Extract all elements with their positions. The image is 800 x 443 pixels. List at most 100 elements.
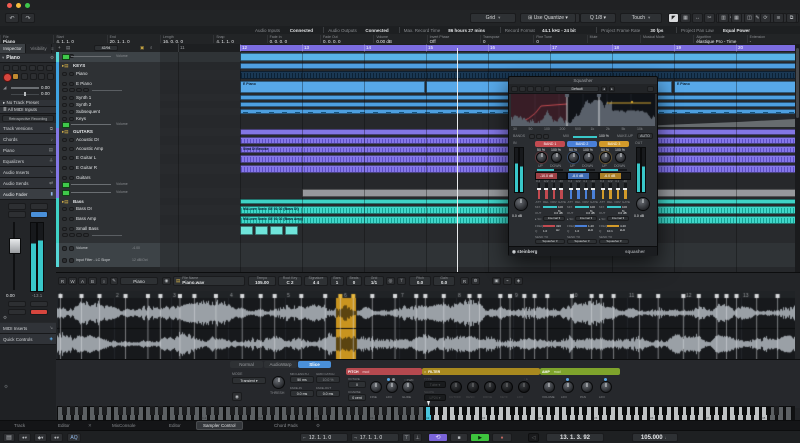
info-column-value[interactable]: Off [430, 39, 436, 44]
sample-waveform-display[interactable] [57, 291, 795, 359]
zoom-icon[interactable]: ⌕ [150, 45, 153, 50]
event-clip[interactable] [240, 53, 796, 62]
info-column-value[interactable]: élastique Pro - Time [696, 39, 736, 44]
track-control-button[interactable] [30, 73, 37, 80]
mute-button[interactable] [62, 138, 67, 143]
track-row-keys[interactable]: KeysVolume [56, 115, 160, 129]
edit-icon[interactable]: ✎ [110, 277, 118, 285]
black-key[interactable] [294, 406, 299, 415]
event-clip[interactable] [255, 226, 268, 235]
position-display[interactable]: 13. 1. 3. 92 [546, 433, 604, 442]
up-ratio-knob[interactable] [536, 152, 547, 163]
track-control-button[interactable] [37, 65, 44, 71]
tuning-fork-icon[interactable]: ⊤ [397, 277, 406, 285]
track-mini-button[interactable] [76, 88, 82, 92]
pitch-octave[interactable]: 0 [348, 381, 366, 388]
track-row-guitars[interactable]: GuitarsVolume [56, 174, 160, 189]
black-key[interactable] [486, 406, 491, 415]
black-key[interactable] [574, 406, 579, 415]
band-freq-slider[interactable] [575, 225, 587, 227]
sampler-r-button[interactable]: R [58, 277, 67, 285]
black-key[interactable] [598, 406, 603, 415]
up-ratio-knob[interactable] [568, 152, 579, 163]
volume-mini-slider[interactable] [71, 124, 111, 126]
audition-icon[interactable]: ◉ [232, 392, 242, 401]
black-key[interactable] [582, 406, 587, 415]
band-vslider[interactable] [560, 183, 563, 199]
sampler-grid-field[interactable]: Grid1/1 [364, 276, 384, 286]
inspector-section-chords[interactable]: Chords♪ [0, 134, 56, 145]
band-freq-slider[interactable] [607, 225, 619, 227]
solo-button[interactable] [69, 72, 74, 77]
track-control-button[interactable] [20, 65, 27, 71]
fader-track[interactable] [13, 222, 15, 290]
mini-slider[interactable] [92, 235, 122, 237]
quantize-value-dropdown[interactable]: Q 1/8 ▾ [580, 13, 616, 23]
record-button[interactable]: ● [492, 433, 512, 442]
black-key[interactable] [118, 406, 123, 415]
band-freq-slider[interactable] [543, 225, 555, 227]
amp-lfo-knob-3[interactable] [600, 381, 612, 393]
black-key[interactable] [430, 406, 435, 415]
vertical-scrollbar[interactable] [795, 44, 800, 272]
info-column-value[interactable]: 16. 0. 0. 0 [163, 39, 183, 44]
bottom-tab-editor[interactable]: Editor [52, 421, 76, 430]
sampler-sig-field[interactable]: Signature4 4 [304, 276, 328, 286]
info-column-value[interactable]: 20. 1. 1. 0 [110, 39, 130, 44]
black-key[interactable] [630, 406, 635, 415]
track-control-button[interactable] [21, 73, 28, 80]
iterative-quantize-icon[interactable]: ≋ [773, 13, 784, 23]
pre-roll-icon[interactable]: ◁ [528, 433, 539, 442]
tempo-display[interactable]: 105.000 ♩ [632, 433, 678, 442]
sampler-b-button[interactable]: B [88, 277, 97, 285]
volume-mini-slider[interactable] [71, 184, 111, 186]
info-column-value[interactable]: 0 [536, 39, 539, 44]
band-vslider[interactable] [602, 183, 605, 199]
band-vslider[interactable] [585, 183, 588, 199]
filter-drive-knob[interactable] [484, 381, 496, 393]
black-key[interactable] [566, 406, 571, 415]
tool-pointer[interactable]: ◤ [668, 13, 679, 23]
previous-preset-button[interactable]: ◂ [601, 86, 607, 92]
marker-dropdown[interactable]: ◆▾ [34, 433, 47, 442]
fwd-toggle[interactable]: ○ FWD [404, 378, 413, 382]
playback-tab-slice[interactable]: Slice [298, 361, 331, 368]
event-e-piano[interactable]: E Piano [240, 81, 425, 94]
white-key[interactable] [785, 406, 792, 421]
black-key[interactable] [374, 406, 379, 415]
inspector-section-quick-controls[interactable]: Quick Controls◈ [0, 334, 56, 345]
read-icon[interactable] [519, 86, 526, 92]
band-mix-slider[interactable] [543, 206, 557, 208]
sampler-bars-field[interactable]: Bars1 [330, 276, 344, 286]
settings-icon[interactable]: ⚙ [471, 277, 480, 285]
record-enable-button[interactable] [3, 73, 12, 82]
lane-write-button[interactable] [69, 246, 74, 251]
inspector-section-midi-inserts[interactable]: MIDI Inserts↘ [0, 323, 56, 334]
play-button[interactable]: ▶ [470, 433, 490, 442]
mute-button[interactable] [62, 217, 67, 222]
volume-mini-slider[interactable] [71, 192, 111, 194]
monitor-icon[interactable]: ◉ [162, 277, 171, 285]
black-key[interactable] [182, 406, 187, 415]
folder-icon[interactable]: ▸▤ [62, 129, 69, 135]
bypass-icon[interactable]: ○ [100, 277, 108, 285]
tool-split[interactable]: ↔ [692, 13, 703, 23]
track-mini-button[interactable] [62, 88, 68, 92]
sampler-tempo-field[interactable]: Tempo105.00 [248, 276, 276, 286]
bottom-tab-editor[interactable]: Editor [163, 421, 187, 430]
field-min-length[interactable]: 50 ms [290, 376, 314, 383]
black-key[interactable] [398, 406, 403, 415]
send-to-dropdown[interactable]: Squasher ▾ [599, 239, 629, 245]
black-key[interactable] [286, 406, 291, 415]
black-key[interactable] [606, 406, 611, 415]
black-key[interactable] [150, 406, 155, 415]
solo-button[interactable] [69, 227, 74, 232]
store-preset-icon[interactable] [647, 86, 654, 92]
snap-icon[interactable]: ◈ [514, 277, 523, 285]
black-key[interactable] [94, 406, 99, 415]
volume-slider[interactable] [11, 87, 39, 89]
inspector-section-piano[interactable]: Piano▤ [0, 145, 56, 156]
track-control-button[interactable] [38, 73, 45, 80]
black-key[interactable] [238, 406, 243, 415]
info-column-value[interactable]: Piano [3, 39, 15, 44]
